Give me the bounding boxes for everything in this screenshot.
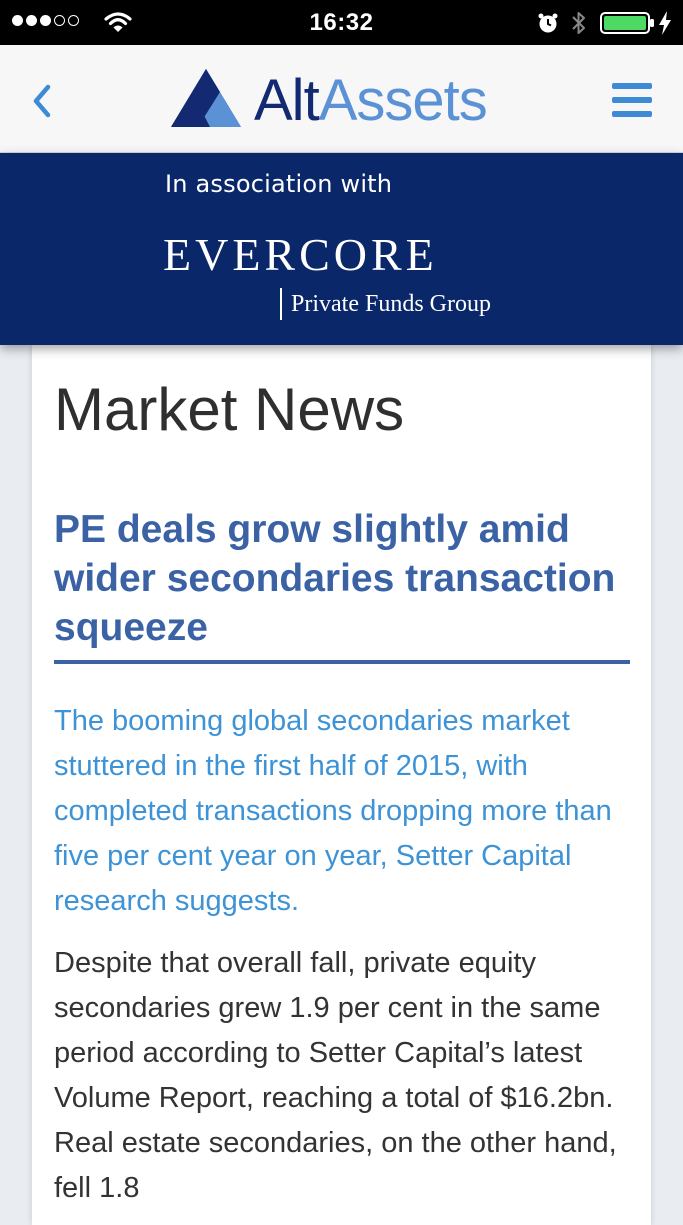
association-label: In association with: [165, 170, 393, 198]
article-card: Market News PE deals grow slightly amid …: [32, 345, 651, 1225]
section-title: Market News: [54, 376, 405, 443]
logo-icon: [171, 69, 241, 127]
sponsor-subtitle: Private Funds Group: [280, 288, 491, 320]
bluetooth-icon: [572, 12, 585, 34]
status-bar: 16:32: [0, 0, 683, 45]
back-button[interactable]: [28, 83, 58, 119]
sponsor-logo: Evercore: [163, 212, 438, 285]
battery-icon: [600, 12, 654, 34]
alarm-icon: [538, 13, 558, 33]
article-body: Despite that overall fall, private equit…: [54, 947, 617, 1204]
menu-button[interactable]: [612, 83, 652, 117]
nav-bar: AltAssets: [0, 45, 683, 153]
headline-divider: [54, 660, 630, 664]
article-headline[interactable]: PE deals grow slightly amid wider second…: [54, 505, 634, 652]
sponsor-banner[interactable]: In association with Evercore Private Fun…: [0, 153, 683, 345]
charging-icon: [659, 11, 671, 35]
site-logo[interactable]: AltAssets: [254, 68, 488, 133]
chevron-left-icon: [33, 84, 51, 118]
logo-text-assets: Assets: [318, 68, 488, 133]
article-standfirst: The booming global secondaries market st…: [54, 705, 612, 917]
logo-text-alt: Alt: [254, 68, 320, 133]
